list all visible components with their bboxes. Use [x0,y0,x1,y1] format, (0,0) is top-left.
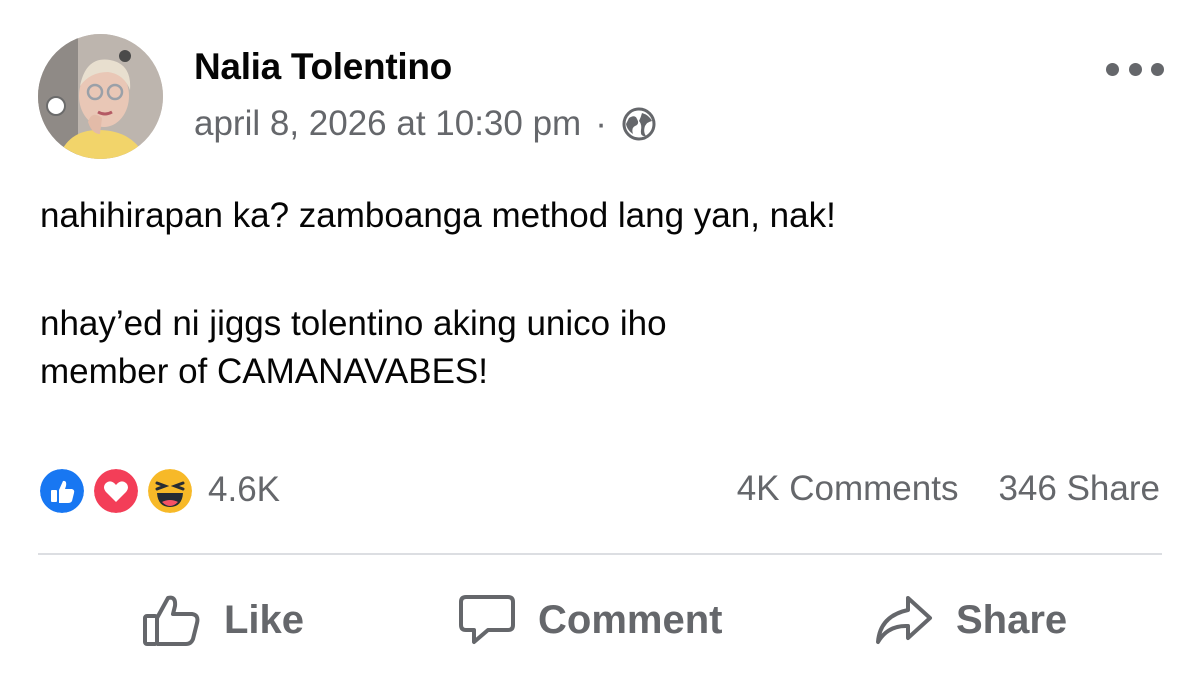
post-text-line: member of CAMANAVABES! [40,352,488,391]
engagement-stats: 4K Comments 346 Share [737,469,1160,509]
comment-bubble-icon [459,595,515,644]
shares-count-link[interactable]: 346 Share [998,469,1160,509]
avatar[interactable] [38,34,163,159]
more-dot [1151,62,1164,76]
more-dot [1128,62,1142,76]
post-meta: april 8, 2026 at 10:30 pm · [194,104,657,144]
more-dot [1106,62,1119,76]
comment-button[interactable]: Comment [458,590,722,650]
comments-count-link[interactable]: 4K Comments [737,469,959,509]
avatar-photo [38,34,163,159]
action-bar: Like Comment Share [0,590,1200,650]
reactions-summary[interactable]: 4.6K [38,467,280,515]
like-button[interactable]: Like [142,590,304,650]
share-label: Share [956,597,1068,642]
author-name[interactable]: Nalia Tolentino [194,46,452,88]
more-options-button[interactable] [1106,56,1164,82]
post-body: nahihirapan ka? zamboanga method lang ya… [40,192,1160,396]
post-timestamp[interactable]: april 8, 2026 at 10:30 pm [194,104,581,144]
comment-label: Comment [538,597,723,642]
share-arrow-icon [876,596,932,644]
like-label: Like [224,597,305,642]
divider [38,553,1162,555]
reaction-count: 4.6K [208,470,280,509]
meta-separator: · [595,104,607,143]
post-text-line: nhay’ed ni jiggs tolentino aking unico i… [40,304,667,343]
reaction-icons [38,467,194,515]
love-icon [92,467,140,515]
share-button[interactable]: Share [874,590,1067,650]
haha-icon [146,467,194,515]
post-text-line: nahihirapan ka? zamboanga method lang ya… [40,196,836,235]
thumbs-up-icon [143,595,200,646]
globe-icon[interactable] [621,106,657,142]
like-icon [38,467,86,515]
